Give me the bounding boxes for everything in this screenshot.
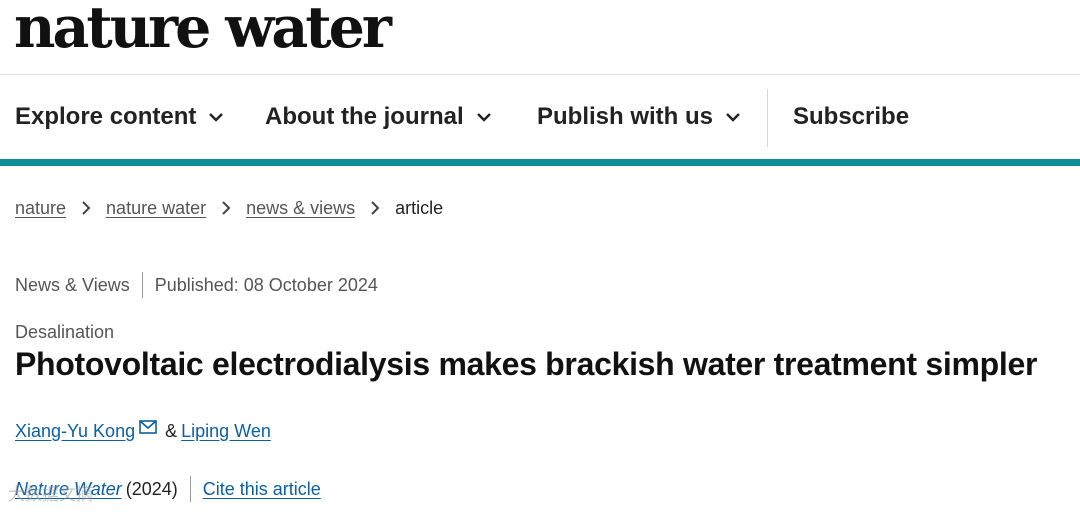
accent-bar [0, 159, 1080, 166]
nav-item-label: Publish with us [537, 103, 714, 130]
cite-this-article-link[interactable]: Cite this article [203, 479, 321, 500]
chevron-right-icon [371, 201, 380, 215]
site-logo[interactable]: nature water [14, 0, 392, 61]
breadcrumb: nature nature water news & views article [15, 196, 443, 220]
nav-publish-with-us[interactable]: Publish with us [537, 75, 741, 159]
breadcrumb-link-nature-water[interactable]: nature water [106, 198, 206, 219]
nav-divider [767, 89, 768, 147]
cite-divider [189, 476, 191, 502]
chevron-right-icon [222, 201, 231, 215]
breadcrumb-link-news-views[interactable]: news & views [246, 198, 355, 219]
author-separator: & [165, 420, 178, 441]
main-nav: Explore content About the journal Publis… [0, 75, 1080, 159]
nav-subscribe[interactable]: Subscribe [793, 75, 909, 159]
article-title: Photovoltaic electrodialysis makes brack… [15, 346, 1038, 382]
article-type: News & Views [15, 274, 130, 295]
nav-about-journal[interactable]: About the journal [265, 75, 492, 159]
author-link[interactable]: Xiang-Yu Kong [15, 421, 135, 442]
citation-row: Nature Water (2024) Cite this article [15, 476, 321, 502]
masthead: nature water [0, 0, 1080, 75]
author-list: Xiang-Yu Kong & Liping Wen [15, 418, 271, 444]
nav-item-label: Explore content [15, 103, 197, 130]
mail-icon[interactable] [139, 420, 157, 434]
publication-year: (2024) [125, 478, 178, 499]
nav-item-label: About the journal [265, 103, 464, 130]
breadcrumb-current: article [395, 197, 444, 218]
breadcrumb-link-nature[interactable]: nature [15, 198, 66, 219]
subscribe-label: Subscribe [793, 103, 910, 130]
article-subject: Desalination [15, 322, 115, 342]
chevron-down-icon [209, 113, 224, 122]
article-meta: News & Views Published: 08 October 2024 [15, 272, 378, 298]
nav-explore-content[interactable]: Explore content [15, 75, 224, 159]
chevron-right-icon [82, 201, 91, 215]
meta-divider [141, 272, 143, 298]
published-date: Published: 08 October 2024 [154, 274, 378, 295]
chevron-down-icon [726, 113, 740, 122]
author-link[interactable]: Liping Wen [181, 421, 271, 442]
chevron-down-icon [476, 113, 491, 122]
journal-name[interactable]: Nature Water [15, 479, 122, 500]
